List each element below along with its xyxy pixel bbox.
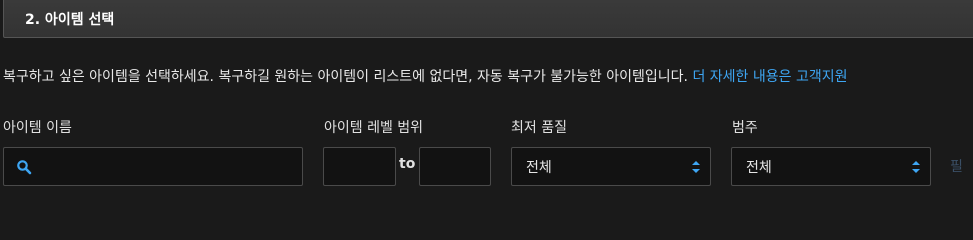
select-caret-icon [692, 161, 700, 173]
description-text: 복구하고 싶은 아이템을 선택하세요. 복구하길 원하는 아이템이 리스트에 없… [3, 69, 693, 85]
filter-button-partial[interactable]: 필 [950, 156, 963, 176]
select-caret-icon [912, 161, 920, 173]
level-min-input[interactable] [323, 147, 396, 186]
category-select-value: 전체 [746, 160, 772, 176]
support-link[interactable]: 더 자세한 내용은 고객지원 [692, 69, 847, 85]
description: 복구하고 싶은 아이템을 선택하세요. 복구하길 원하는 아이템이 리스트에 없… [3, 66, 847, 86]
quality-select-value: 전체 [526, 160, 552, 176]
quality-label: 최저 품질 [511, 120, 567, 136]
quality-select[interactable]: 전체 [511, 147, 711, 186]
category-label: 범주 [732, 120, 758, 136]
level-range-to: to [399, 156, 416, 172]
item-name-label: 아이템 이름 [3, 120, 72, 136]
search-icon [17, 160, 32, 175]
item-name-input[interactable] [3, 147, 303, 186]
section-title: 2. 아이템 선택 [25, 12, 115, 28]
item-level-label: 아이템 레벨 범위 [324, 120, 424, 136]
level-max-input[interactable] [419, 147, 491, 186]
category-select[interactable]: 전체 [731, 147, 931, 186]
section-header: 2. 아이템 선택 [3, 0, 973, 38]
